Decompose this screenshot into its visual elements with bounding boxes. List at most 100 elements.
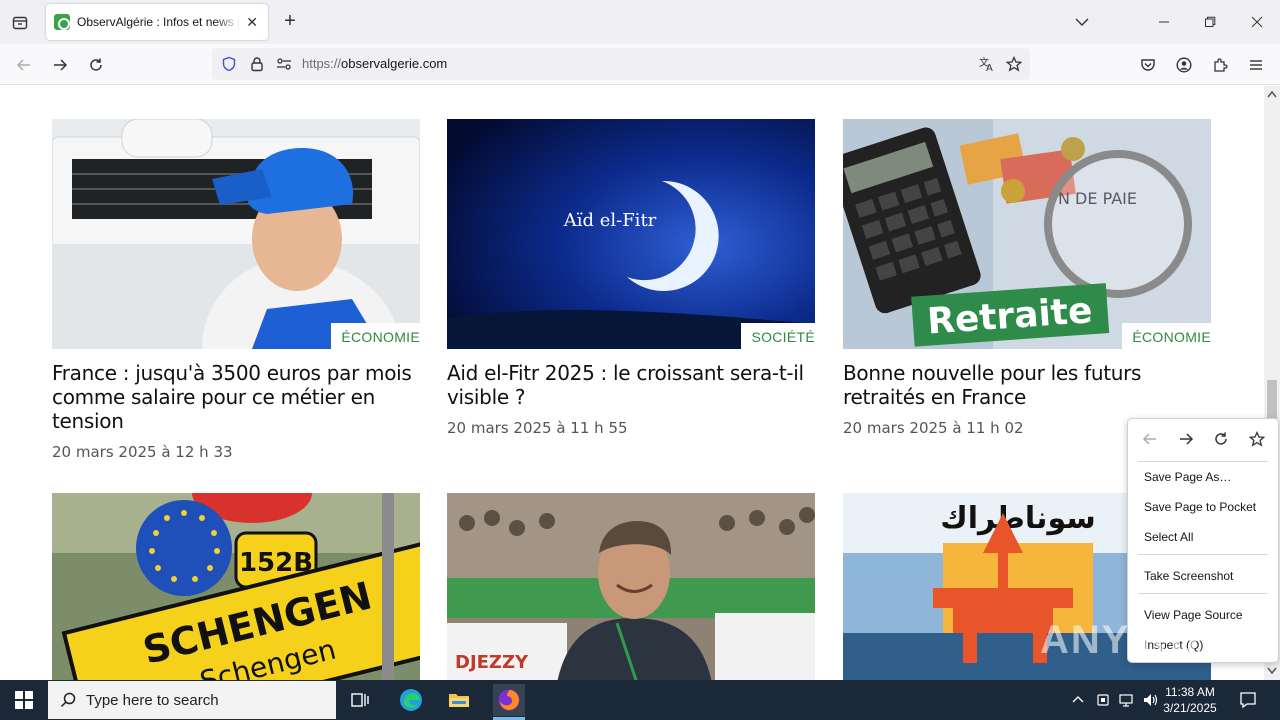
restore-button[interactable] xyxy=(1198,10,1222,34)
pocket-button[interactable] xyxy=(1135,52,1161,78)
new-tab-button[interactable]: + xyxy=(278,10,302,34)
bookmark-star-icon[interactable] xyxy=(1006,56,1022,72)
navigation-toolbar: https://observalgerie.com 文A xyxy=(0,44,1280,85)
reload-icon xyxy=(1215,432,1227,445)
menu-item-inspect[interactable]: Inspect (Q) xyxy=(1144,638,1203,652)
context-reload-button[interactable] xyxy=(1211,429,1231,449)
notifications-button[interactable] xyxy=(1236,680,1260,720)
volume-button[interactable] xyxy=(1141,680,1161,720)
shield-icon[interactable] xyxy=(221,56,237,72)
firefox-view-button[interactable] xyxy=(6,9,34,37)
back-button[interactable] xyxy=(11,52,37,78)
context-menu-navigation xyxy=(1128,423,1278,455)
clock-date: 3/21/2025 xyxy=(1163,701,1217,715)
menu-item-view-page-source[interactable]: View Page Source xyxy=(1144,608,1243,622)
arabic-logo-text: سوناطراك xyxy=(940,501,1096,536)
folder-icon xyxy=(449,694,469,707)
firefox-view-icon xyxy=(12,16,28,30)
article-image[interactable]: Aïd el-Fitr SOCIÉTÉ xyxy=(447,119,815,349)
menu-item-save-page-as[interactable]: Save Page As… xyxy=(1144,470,1231,484)
chevron-down-icon xyxy=(1075,18,1089,26)
menu-separator xyxy=(1138,554,1268,555)
puzzle-icon xyxy=(1214,58,1228,72)
search-icon xyxy=(60,692,76,708)
article-image[interactable]: ÉCONOMIE xyxy=(52,119,420,349)
list-all-tabs-button[interactable] xyxy=(1070,10,1094,34)
show-hidden-icons-button[interactable] xyxy=(1068,680,1088,720)
article-category[interactable]: ÉCONOMIE xyxy=(1122,323,1211,349)
article-date: 20 mars 2025 à 12 h 33 xyxy=(52,443,233,461)
menu-item-take-screenshot[interactable]: Take Screenshot xyxy=(1144,569,1233,583)
article-image[interactable]: DJEZZY xyxy=(447,493,815,680)
account-icon xyxy=(1176,57,1192,73)
scroll-down-icon[interactable] xyxy=(1267,667,1277,675)
article-card[interactable]: ÉCONOMIE France : jusqu'à 3500 euros par… xyxy=(52,119,420,461)
context-back-button[interactable] xyxy=(1140,429,1160,449)
article-image[interactable]: 152B SCHENGEN Schengen xyxy=(52,493,420,680)
forward-button[interactable] xyxy=(47,52,73,78)
article-headline[interactable]: Bonne nouvelle pour les futurs retraités… xyxy=(843,361,1211,409)
firefox-icon xyxy=(498,689,520,711)
task-view-button[interactable] xyxy=(344,684,376,716)
article-headline[interactable]: France : jusqu'à 3500 euros par mois com… xyxy=(52,361,420,433)
network-button[interactable] xyxy=(1117,680,1137,720)
lock-icon[interactable] xyxy=(249,56,265,72)
article-card[interactable]: Aïd el-Fitr SOCIÉTÉ Aid el-Fitr 2025 : l… xyxy=(447,119,815,437)
restore-icon xyxy=(1205,16,1216,27)
banner-text: DJEZZY xyxy=(455,652,529,673)
edge-icon xyxy=(400,689,422,711)
search-placeholder: Type here to search xyxy=(86,691,219,709)
close-window-button[interactable] xyxy=(1245,10,1269,34)
close-icon xyxy=(1251,16,1263,28)
translate-icon[interactable]: 文A xyxy=(978,55,996,73)
edge-taskbar-button[interactable] xyxy=(395,684,427,716)
scroll-up-icon[interactable] xyxy=(1267,90,1277,98)
menu-item-select-all[interactable]: Select All xyxy=(1144,530,1193,544)
context-forward-button[interactable] xyxy=(1176,429,1196,449)
task-view-icon xyxy=(351,693,369,707)
arrow-right-icon xyxy=(54,59,68,71)
article-headline[interactable]: Aid el-Fitr 2025 : le croissant sera-t-i… xyxy=(447,361,815,409)
windows-taskbar: Type here to search 11:38 AM 3/21/2025 xyxy=(0,680,1280,720)
context-menu: Save Page As… Save Page to Pocket Select… xyxy=(1127,418,1279,663)
speaker-icon xyxy=(1144,694,1158,706)
hamburger-menu-icon xyxy=(1250,60,1262,70)
chevron-up-icon xyxy=(1072,696,1084,703)
image-caption: Aïd el-Fitr xyxy=(563,210,657,231)
url-bar[interactable]: https://observalgerie.com 文A xyxy=(212,48,1030,80)
url-text[interactable]: https://observalgerie.com xyxy=(302,56,447,71)
minimize-button[interactable] xyxy=(1152,10,1176,34)
tab-title: ObservAlgérie : Infos et news p xyxy=(77,15,241,29)
url-scheme: https:// xyxy=(302,56,342,71)
tab-close-icon[interactable]: ✕ xyxy=(244,14,260,31)
article-image[interactable]: N DE PAIE Retraite ÉCONOMIE xyxy=(843,119,1211,349)
firefox-taskbar-button[interactable] xyxy=(493,684,525,716)
permissions-icon[interactable] xyxy=(276,56,292,72)
article-card[interactable]: N DE PAIE Retraite ÉCONOMIE Bonne nouvel… xyxy=(843,119,1211,437)
menu-separator xyxy=(1138,593,1268,594)
extensions-button[interactable] xyxy=(1207,52,1233,78)
account-button[interactable] xyxy=(1171,52,1197,78)
scrollbar-thumb[interactable] xyxy=(1267,380,1277,420)
arrow-right-icon xyxy=(1180,433,1194,445)
article-category[interactable]: SOCIÉTÉ xyxy=(741,323,815,349)
menu-separator xyxy=(1138,461,1268,462)
reload-button[interactable] xyxy=(83,52,109,78)
minimize-icon xyxy=(1159,21,1169,23)
system-clock[interactable]: 11:38 AM 3/21/2025 xyxy=(1160,684,1220,716)
app-menu-button[interactable] xyxy=(1243,52,1269,78)
clock-time: 11:38 AM xyxy=(1165,685,1215,699)
svg-text:A: A xyxy=(986,63,993,73)
article-card[interactable]: DJEZZY xyxy=(447,493,815,680)
file-explorer-button[interactable] xyxy=(443,684,475,716)
meet-now-button[interactable] xyxy=(1093,680,1113,720)
article-card[interactable]: 152B SCHENGEN Schengen xyxy=(52,493,420,680)
notification-icon xyxy=(1240,692,1256,709)
active-tab[interactable]: ObservAlgérie : Infos et news p ✕ xyxy=(46,4,268,40)
start-button[interactable] xyxy=(0,680,48,720)
article-category[interactable]: ÉCONOMIE xyxy=(331,323,420,349)
context-bookmark-button[interactable] xyxy=(1247,429,1267,449)
taskbar-search-box[interactable]: Type here to search xyxy=(48,681,336,719)
arrow-left-icon xyxy=(16,59,30,71)
menu-item-save-to-pocket[interactable]: Save Page to Pocket xyxy=(1144,500,1256,514)
